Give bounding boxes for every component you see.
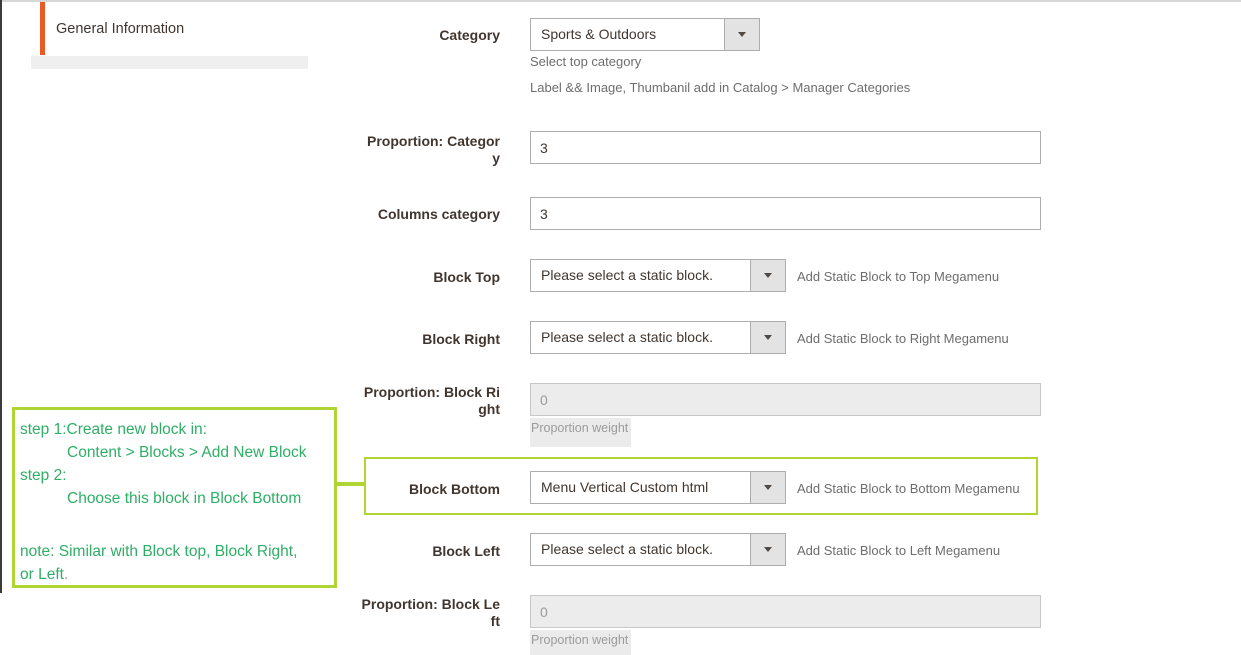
block-right-note: Add Static Block to Right Megamenu: [797, 331, 1009, 346]
annotation-connector: [337, 482, 364, 486]
chevron-down-icon: [750, 260, 785, 291]
block-right-select-value: Please select a static block.: [531, 322, 750, 353]
category-select[interactable]: Sports & Outdoors: [530, 18, 760, 51]
block-bottom-select-value: Menu Vertical Custom html: [531, 472, 750, 503]
block-top-select-value: Please select a static block.: [531, 260, 750, 291]
annotation-period: .: [64, 566, 68, 583]
proportion-block-left-input: [530, 595, 1041, 628]
annotation-line: Content > Blocks > Add New Block: [20, 441, 330, 464]
annotation-spacer: [20, 510, 330, 533]
block-right-select[interactable]: Please select a static block.: [530, 321, 786, 354]
chevron-down-icon: [750, 534, 785, 565]
annotation-line: or Left.: [20, 563, 330, 586]
columns-category-label: Columns category: [290, 206, 500, 223]
category-label: Category: [290, 27, 500, 44]
block-right-label: Block Right: [290, 331, 500, 348]
category-select-value: Sports & Outdoors: [531, 19, 724, 50]
chevron-down-icon: [724, 19, 759, 50]
window-left-border: [0, 0, 2, 593]
chevron-down-icon: [750, 322, 785, 353]
proportion-block-right-helper: Proportion weight: [530, 418, 631, 447]
block-top-select[interactable]: Please select a static block.: [530, 259, 786, 292]
columns-category-input[interactable]: [530, 197, 1041, 230]
block-bottom-note: Add Static Block to Bottom Megamenu: [797, 481, 1020, 496]
block-left-select-value: Please select a static block.: [531, 534, 750, 565]
annotation-box: step 1:Create new block in: Content > Bl…: [12, 407, 337, 588]
proportion-category-label: Proportion: Categor y: [290, 133, 500, 167]
tab-general-information[interactable]: General Information: [40, 2, 308, 55]
block-left-note: Add Static Block to Left Megamenu: [797, 543, 1000, 558]
proportion-block-right-input: [530, 383, 1041, 416]
block-bottom-select[interactable]: Menu Vertical Custom html: [530, 471, 786, 504]
proportion-category-input[interactable]: [530, 131, 1041, 164]
block-left-select[interactable]: Please select a static block.: [530, 533, 786, 566]
block-top-label: Block Top: [290, 269, 500, 286]
tab-general-information-label: General Information: [56, 21, 184, 37]
annotation-line: step 1:Create new block in:: [20, 418, 330, 441]
block-top-note: Add Static Block to Top Megamenu: [797, 269, 999, 284]
next-tab-partial: [31, 56, 308, 69]
annotation-line: Choose this block in Block Bottom: [20, 487, 330, 510]
page: General Information Category Sports & Ou…: [0, 0, 1241, 655]
annotation-line: step 2:: [20, 464, 330, 487]
proportion-block-left-label: Proportion: Block Le ft: [290, 596, 500, 630]
category-note: Label && Image, Thumbanil add in Catalog…: [530, 80, 910, 95]
chevron-down-icon: [750, 472, 785, 503]
category-helper: Select top category: [530, 54, 641, 69]
annotation-line: note: Similar with Block top, Block Righ…: [20, 540, 330, 563]
proportion-block-left-helper: Proportion weight: [530, 630, 631, 655]
